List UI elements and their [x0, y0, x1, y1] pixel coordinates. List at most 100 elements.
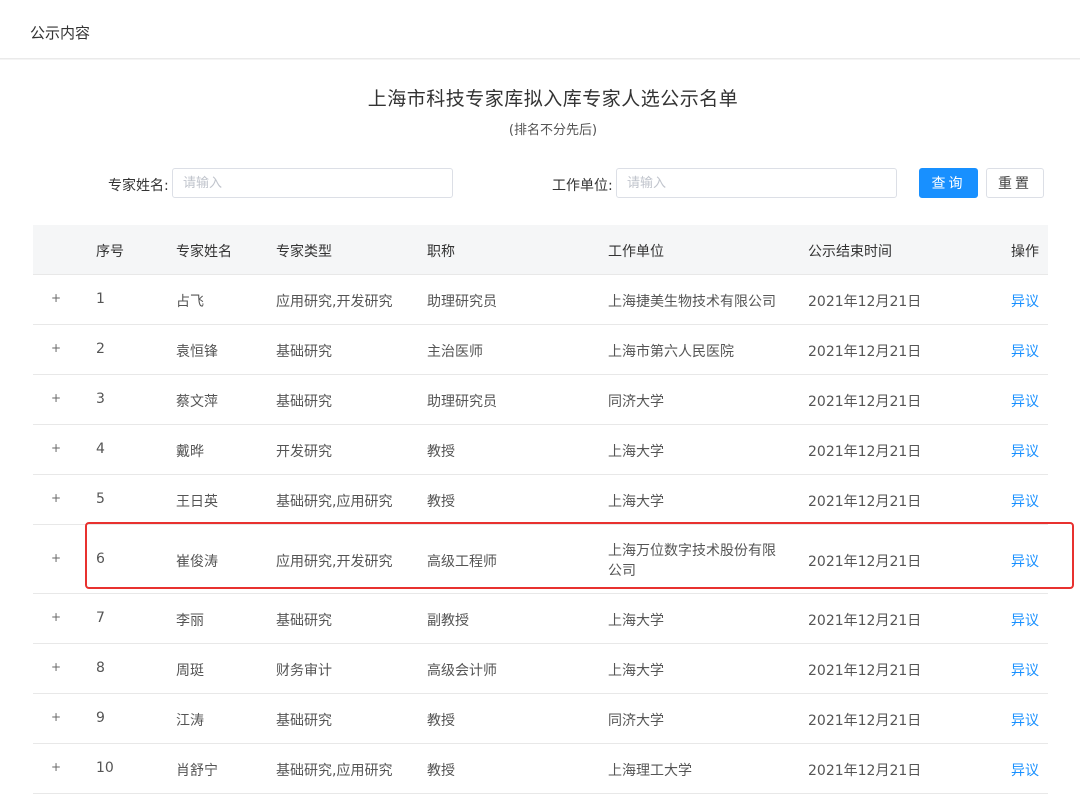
row-title: 教授	[427, 494, 455, 510]
table-row: + 9 江涛 基础研究 教授 同济大学 2021年12月21日 异议	[33, 694, 1048, 744]
objection-link[interactable]: 异议	[1011, 491, 1039, 511]
row-name: 周珽	[176, 663, 204, 679]
page-subtitle: (排名不分先后)	[508, 123, 598, 138]
row-title: 助理研究员	[427, 394, 497, 410]
expand-row-icon[interactable]: +	[49, 551, 63, 565]
objection-link[interactable]: 异议	[1011, 710, 1039, 730]
row-no: 3	[96, 391, 105, 407]
reset-button[interactable]: 重置	[986, 168, 1044, 198]
expand-row-icon[interactable]: +	[49, 441, 63, 455]
expand-row-icon[interactable]: +	[49, 610, 63, 624]
table-row: + 5 王日英 基础研究,应用研究 教授 上海大学 2021年12月21日 异议	[33, 475, 1048, 525]
column-header-type: 专家类型	[276, 244, 332, 260]
query-button[interactable]: 查询	[919, 168, 978, 198]
row-type: 基础研究,应用研究	[276, 763, 393, 779]
objection-link[interactable]: 异议	[1011, 660, 1039, 680]
objection-link[interactable]: 异议	[1011, 610, 1039, 630]
expand-row-icon[interactable]: +	[49, 760, 63, 774]
row-unit: 上海理工大学	[608, 763, 692, 779]
row-unit: 上海大学	[608, 444, 664, 460]
table-row: + 2 袁恒锋 基础研究 主治医师 上海市第六人民医院 2021年12月21日 …	[33, 325, 1048, 375]
row-end-time: 2021年12月21日	[808, 763, 922, 779]
column-header-action: 操作	[1011, 244, 1039, 260]
row-end-time: 2021年12月21日	[808, 394, 922, 410]
expand-row-icon[interactable]: +	[49, 291, 63, 305]
row-title: 助理研究员	[427, 294, 497, 310]
row-title: 高级会计师	[427, 663, 497, 679]
objection-link[interactable]: 异议	[1011, 551, 1039, 571]
objection-link[interactable]: 异议	[1011, 341, 1039, 361]
row-no: 4	[96, 441, 105, 457]
row-title: 主治医师	[427, 344, 483, 360]
row-type: 财务审计	[276, 663, 332, 679]
column-header-end-time: 公示结束时间	[808, 244, 892, 260]
page-title: 上海市科技专家库拟入库专家人选公示名单	[367, 88, 739, 110]
table-row: + 4 戴晔 开发研究 教授 上海大学 2021年12月21日 异议	[33, 425, 1048, 475]
row-unit: 上海市第六人民医院	[608, 344, 734, 360]
row-no: 2	[96, 341, 105, 357]
row-type: 基础研究	[276, 613, 332, 629]
row-end-time: 2021年12月21日	[808, 444, 922, 460]
unit-filter-input[interactable]	[616, 168, 897, 198]
row-title: 教授	[427, 713, 455, 729]
column-header-no: 序号	[96, 244, 124, 260]
row-end-time: 2021年12月21日	[808, 344, 922, 360]
objection-link[interactable]: 异议	[1011, 291, 1039, 311]
row-name: 肖舒宁	[176, 763, 218, 779]
row-unit: 上海大学	[608, 494, 664, 510]
row-name: 占飞	[176, 294, 204, 310]
row-end-time: 2021年12月21日	[808, 713, 922, 729]
row-title: 教授	[427, 444, 455, 460]
expand-row-icon[interactable]: +	[49, 660, 63, 674]
row-no: 5	[96, 491, 105, 507]
row-end-time: 2021年12月21日	[808, 613, 922, 629]
expand-row-icon[interactable]: +	[49, 341, 63, 355]
name-filter-input[interactable]	[172, 168, 453, 198]
row-title: 高级工程师	[427, 554, 497, 570]
row-name: 崔俊涛	[176, 554, 218, 570]
row-title: 教授	[427, 763, 455, 779]
row-name: 蔡文萍	[176, 394, 218, 410]
unit-filter-label: 工作单位:	[552, 178, 613, 194]
row-type: 应用研究,开发研究	[276, 554, 393, 570]
row-unit: 上海大学	[608, 613, 664, 629]
objection-link[interactable]: 异议	[1011, 391, 1039, 411]
row-end-time: 2021年12月21日	[808, 663, 922, 679]
row-type: 基础研究	[276, 394, 332, 410]
row-end-time: 2021年12月21日	[808, 294, 922, 310]
row-type: 基础研究,应用研究	[276, 494, 393, 510]
objection-link[interactable]: 异议	[1011, 441, 1039, 461]
row-no: 9	[96, 710, 105, 726]
row-unit: 上海捷美生物技术有限公司	[608, 294, 776, 310]
row-title: 副教授	[427, 613, 469, 629]
column-header-name: 专家姓名	[176, 244, 232, 260]
table-row: + 3 蔡文萍 基础研究 助理研究员 同济大学 2021年12月21日 异议	[33, 375, 1048, 425]
row-name: 王日英	[176, 494, 218, 510]
expand-row-icon[interactable]: +	[49, 710, 63, 724]
tab-bar: 公示内容	[0, 0, 1080, 59]
row-type: 基础研究	[276, 344, 332, 360]
row-end-time: 2021年12月21日	[808, 554, 922, 570]
row-name: 江涛	[176, 713, 204, 729]
row-name: 李丽	[176, 613, 204, 629]
row-end-time: 2021年12月21日	[808, 494, 922, 510]
row-unit: 同济大学	[608, 713, 664, 729]
table-row: + 6 崔俊涛 应用研究,开发研究 高级工程师 上海万位数字技术股份有限公司 2…	[33, 525, 1048, 594]
tab-title[interactable]: 公示内容	[30, 22, 90, 43]
row-name: 袁恒锋	[176, 344, 218, 360]
row-no: 8	[96, 660, 105, 676]
row-unit: 同济大学	[608, 394, 664, 410]
table-row: + 10 肖舒宁 基础研究,应用研究 教授 上海理工大学 2021年12月21日…	[33, 744, 1048, 794]
row-type: 基础研究	[276, 713, 332, 729]
column-header-unit: 工作单位	[608, 244, 664, 260]
table-row: + 7 李丽 基础研究 副教授 上海大学 2021年12月21日 异议	[33, 594, 1048, 644]
expand-row-icon[interactable]: +	[49, 391, 63, 405]
objection-link[interactable]: 异议	[1011, 760, 1039, 780]
row-name: 戴晔	[176, 444, 204, 460]
expert-table: 序号 专家姓名 专家类型 职称 工作单位 公示结束时间 操作 + 1 占飞 应用…	[33, 225, 1048, 794]
row-no: 7	[96, 610, 105, 626]
row-no: 1	[96, 291, 105, 307]
name-filter-label: 专家姓名:	[108, 178, 169, 194]
table-row: + 1 占飞 应用研究,开发研究 助理研究员 上海捷美生物技术有限公司 2021…	[33, 275, 1048, 325]
expand-row-icon[interactable]: +	[49, 491, 63, 505]
